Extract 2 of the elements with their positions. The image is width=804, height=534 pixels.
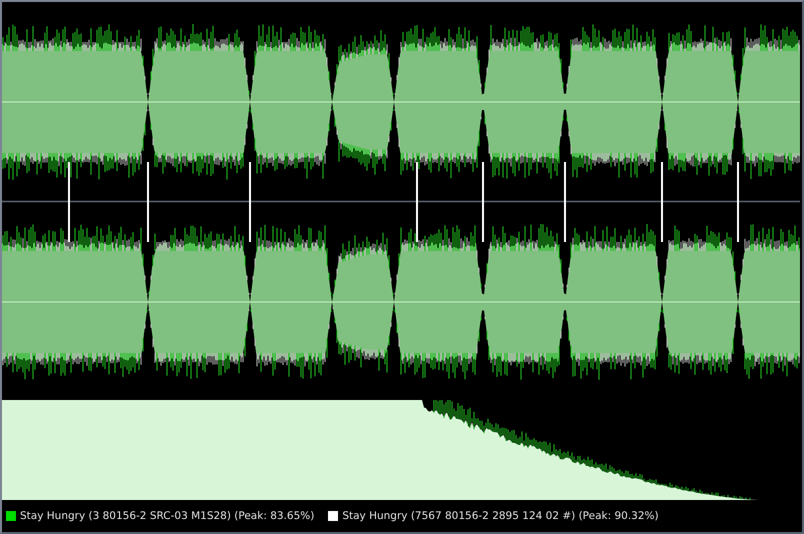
legend-label: Stay Hungry (3 80156-2 SRC-03 M1S28) (Peak: 83.65%) — [20, 510, 314, 522]
legend-label: Stay Hungry (7567 80156-2 2895 124 02 #) (Peak: 90.32%) — [342, 510, 659, 522]
